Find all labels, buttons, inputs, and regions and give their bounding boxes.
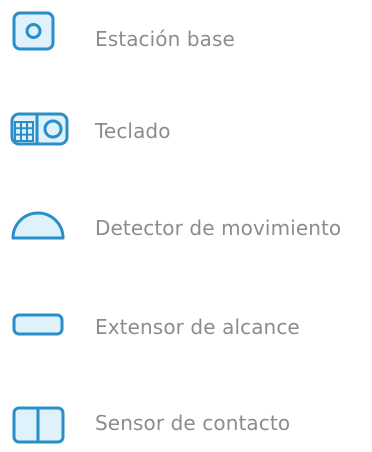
- device-legend: Estación base Teclado Detector de movimi…: [0, 0, 372, 444]
- contact-sensor-icon: [9, 392, 71, 452]
- legend-item-contact-sensor: Sensor de contacto: [0, 392, 372, 452]
- legend-item-range-extender: Extensor de alcance: [0, 296, 372, 356]
- base-station-icon: [9, 8, 71, 68]
- range-extender-icon: [9, 296, 71, 356]
- legend-label: Sensor de contacto: [95, 411, 291, 435]
- legend-item-motion-detector: Detector de movimiento: [0, 197, 372, 257]
- motion-detector-icon: [9, 197, 71, 257]
- keypad-icon: [9, 100, 71, 160]
- legend-label: Teclado: [95, 119, 171, 143]
- legend-item-base-station: Estación base: [0, 8, 372, 68]
- legend-label: Detector de movimiento: [95, 216, 342, 240]
- legend-label: Estación base: [95, 27, 235, 51]
- legend-label: Extensor de alcance: [95, 315, 300, 339]
- legend-item-keypad: Teclado: [0, 100, 372, 160]
